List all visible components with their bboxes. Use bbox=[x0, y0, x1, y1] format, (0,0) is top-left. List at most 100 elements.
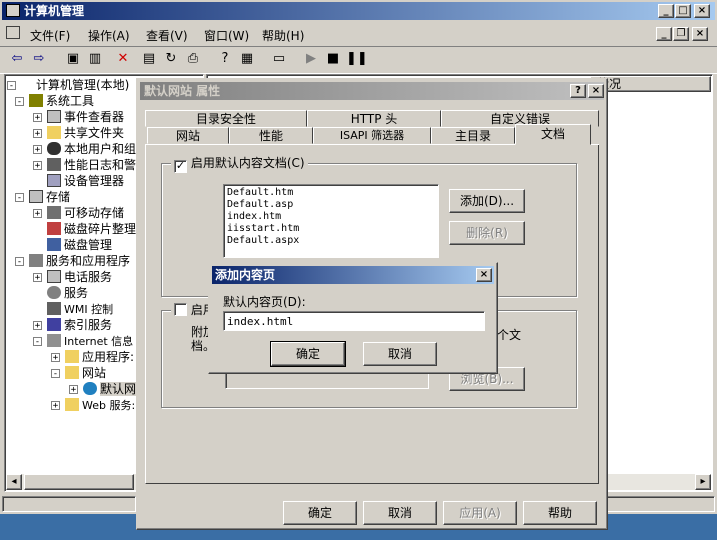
cancel-button[interactable]: 取消 bbox=[363, 501, 437, 525]
tree-item-indexing[interactable]: + 索引服务 bbox=[33, 317, 112, 333]
list-item[interactable]: Default.htm bbox=[227, 187, 435, 199]
enable-default-doc-row[interactable]: ✓ 启用默认内容文档(C) bbox=[171, 155, 308, 173]
help-footer-button[interactable]: 帮助 bbox=[523, 501, 597, 525]
column-header[interactable]: 状况 bbox=[590, 76, 711, 92]
tab-isapi-filters[interactable]: ISAPI 筛选器 bbox=[313, 127, 431, 144]
connect-computer-icon[interactable]: ▭ bbox=[270, 50, 288, 68]
child-minimize-button[interactable]: _ bbox=[656, 27, 672, 41]
tab-website[interactable]: 网站 bbox=[147, 127, 229, 144]
tree-item-defrag[interactable]: 磁盘碎片整理 bbox=[33, 221, 136, 237]
expand-toggle[interactable]: + bbox=[33, 129, 42, 139]
help-icon[interactable]: ? bbox=[216, 50, 234, 68]
tree-item-removable-storage[interactable]: + 可移动存储 bbox=[33, 205, 124, 221]
tree-item-websites[interactable]: - 网站 bbox=[51, 365, 106, 381]
dialog-close-button[interactable]: × bbox=[588, 84, 604, 98]
tree-item-device-manager[interactable]: 设备管理器 bbox=[33, 173, 124, 189]
scroll-left-arrow-icon[interactable]: ◂ bbox=[6, 474, 22, 490]
expand-toggle[interactable]: + bbox=[51, 401, 60, 411]
maximize-button[interactable]: □ bbox=[675, 4, 691, 18]
delete-icon[interactable]: ✕ bbox=[114, 50, 132, 68]
collapse-toggle[interactable]: - bbox=[33, 337, 42, 347]
list-item[interactable]: Default.asp bbox=[227, 199, 435, 211]
minimize-button[interactable]: _ bbox=[658, 4, 674, 18]
list-item[interactable]: iisstart.htm bbox=[227, 223, 435, 235]
expand-toggle[interactable]: + bbox=[33, 161, 42, 171]
stop-icon[interactable]: ■ bbox=[324, 50, 342, 68]
tab-home-directory[interactable]: 主目录 bbox=[431, 127, 515, 144]
ok-button[interactable]: 确定 bbox=[283, 501, 357, 525]
close-button[interactable]: × bbox=[694, 4, 710, 18]
tree-item-disk-management[interactable]: 磁盘管理 bbox=[33, 237, 112, 253]
back-arrow-icon[interactable]: ⇦ bbox=[8, 50, 26, 68]
scroll-right-arrow-icon[interactable]: ▸ bbox=[695, 474, 711, 490]
tab-documents[interactable]: 文档 bbox=[515, 124, 591, 145]
tree-item-storage[interactable]: - 存储 bbox=[15, 189, 70, 205]
expand-toggle[interactable]: + bbox=[33, 273, 42, 283]
export-list-icon[interactable]: ⎙ bbox=[184, 50, 202, 68]
show-tree-icon[interactable]: ▥ bbox=[86, 50, 104, 68]
tree-item-web-extensions[interactable]: + Web 服务: bbox=[51, 397, 135, 413]
menu-file[interactable]: 文件(F) bbox=[30, 27, 70, 44]
enable-footer-checkbox[interactable] bbox=[174, 303, 187, 316]
menu-help[interactable]: 帮助(H) bbox=[262, 27, 304, 44]
remove-document-button[interactable]: 删除(R) bbox=[449, 221, 525, 245]
enable-default-doc-checkbox[interactable]: ✓ bbox=[174, 160, 187, 173]
forward-arrow-icon[interactable]: ⇨ bbox=[30, 50, 48, 68]
tree-item-local-users[interactable]: + 本地用户和组 bbox=[33, 141, 136, 157]
properties-icon[interactable]: ▤ bbox=[140, 50, 158, 68]
tree-item-performance-logs[interactable]: + 性能日志和警 bbox=[33, 157, 136, 173]
menu-action[interactable]: 操作(A) bbox=[88, 27, 130, 44]
default-docs-list[interactable]: Default.htm Default.asp index.htm iissta… bbox=[223, 184, 439, 258]
collapse-toggle[interactable]: - bbox=[15, 257, 24, 267]
tab-directory-security[interactable]: 目录安全性 bbox=[145, 110, 307, 127]
collapse-toggle[interactable]: - bbox=[15, 193, 24, 203]
help-button[interactable]: ? bbox=[570, 84, 586, 98]
tab-performance[interactable]: 性能 bbox=[229, 127, 313, 144]
main-title-bar[interactable]: 计算机管理 _ □ × bbox=[2, 2, 715, 20]
mmc-menu-icon[interactable] bbox=[6, 26, 20, 39]
tree-item-event-viewer[interactable]: + 事件查看器 bbox=[33, 109, 124, 125]
refresh-icon[interactable]: ↻ bbox=[162, 50, 180, 68]
expand-toggle[interactable]: + bbox=[69, 385, 78, 395]
menu-view[interactable]: 查看(V) bbox=[146, 27, 188, 44]
expand-toggle[interactable]: + bbox=[33, 321, 42, 331]
tab-http-headers[interactable]: HTTP 头 bbox=[307, 110, 441, 127]
add-content-title-bar[interactable]: 添加内容页 × bbox=[212, 266, 494, 284]
tree-item-shared-folders[interactable]: + 共享文件夹 bbox=[33, 125, 124, 141]
default-content-page-input[interactable] bbox=[223, 311, 485, 331]
collapse-toggle[interactable]: - bbox=[15, 97, 24, 107]
add-content-ok-button[interactable]: 确定 bbox=[270, 341, 346, 367]
child-close-button[interactable]: × bbox=[692, 27, 708, 41]
properties-title-bar[interactable]: 默认网站 属性 ? × bbox=[140, 82, 604, 100]
child-restore-button[interactable]: ❐ bbox=[673, 27, 689, 41]
list-item[interactable]: Default.aspx bbox=[227, 235, 435, 247]
tree-item-system-tools[interactable]: - 系统工具 bbox=[15, 93, 94, 109]
tree-item-computer-management[interactable]: - 计算机管理(本地) bbox=[7, 77, 129, 93]
tree-item-iis[interactable]: - Internet 信息 bbox=[33, 333, 133, 349]
menu-window[interactable]: 窗口(W) bbox=[204, 27, 249, 44]
list-item[interactable]: index.htm bbox=[227, 211, 435, 223]
tree-item-telephony[interactable]: + 电话服务 bbox=[33, 269, 112, 285]
defrag-icon bbox=[47, 222, 61, 235]
tree-item-services[interactable]: 服务 bbox=[33, 285, 88, 301]
play-icon[interactable]: ▶ bbox=[302, 50, 320, 68]
expand-toggle[interactable]: + bbox=[51, 353, 60, 363]
add-content-close-button[interactable]: × bbox=[476, 268, 492, 282]
detail-h-scrollbar[interactable]: ▸ bbox=[600, 474, 711, 490]
collapse-toggle[interactable]: - bbox=[7, 81, 16, 91]
pause-icon[interactable]: ❚❚ bbox=[346, 50, 368, 68]
expand-toggle[interactable]: + bbox=[33, 145, 42, 155]
tree-item-default-website[interactable]: + 默认网 bbox=[69, 381, 137, 397]
up-folder-icon[interactable]: ▣ bbox=[64, 50, 82, 68]
add-content-cancel-button[interactable]: 取消 bbox=[363, 342, 437, 366]
expand-toggle[interactable]: + bbox=[33, 209, 42, 219]
apply-button[interactable]: 应用(A) bbox=[443, 501, 517, 525]
add-document-button[interactable]: 添加(D)... bbox=[449, 189, 525, 213]
show-hide-icon[interactable]: ▦ bbox=[238, 50, 256, 68]
scroll-thumb[interactable] bbox=[24, 474, 134, 490]
expand-toggle[interactable]: + bbox=[33, 113, 42, 123]
tree-item-wmi[interactable]: WMI 控制 bbox=[33, 301, 113, 317]
tree-item-app-pools[interactable]: + 应用程序: bbox=[51, 349, 134, 365]
tree-item-services-apps[interactable]: - 服务和应用程序 bbox=[15, 253, 130, 269]
collapse-toggle[interactable]: - bbox=[51, 369, 60, 379]
